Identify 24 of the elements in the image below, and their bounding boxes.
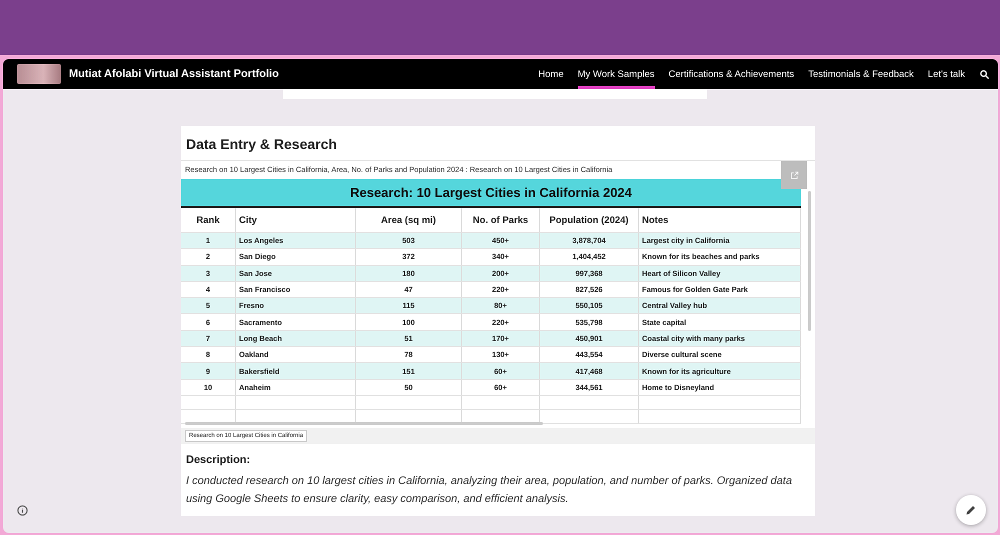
info-icon[interactable] [17,505,28,516]
section-heading: Data Entry & Research [185,135,338,154]
open-in-new-button[interactable] [781,161,807,189]
column-header: Notes [639,208,801,233]
column-header: City [236,208,356,233]
logo-image[interactable] [17,64,61,84]
column-header: No. of Parks [462,208,540,233]
search-icon[interactable] [979,68,990,80]
description-text: I conducted research on 10 largest cities in California, analyzing their area, population, and number of parks. Organized data using Google Sheets to ensure clarity, easy comparison, and efficient analysis. [185,474,793,507]
description-label: Description: [185,452,252,468]
column-header: Rank [181,208,236,233]
nav-link[interactable]: Home [538,59,564,89]
site-title: Mutiat Afolabi Virtual Assistant Portfolio [69,68,280,80]
nav-link[interactable]: Testimonials & Feedback [808,59,914,89]
column-header: Area (sq mi) [356,208,462,233]
edit-button[interactable] [956,495,986,525]
nav-link[interactable]: Certifications & Achievements [668,59,794,89]
sheet-title: Research: 10 Largest Cities in California 2024 [181,179,801,208]
scrollbar[interactable] [808,191,811,331]
open-in-new-icon [790,170,798,180]
pencil-icon [965,504,977,516]
nav-link[interactable]: Let's talk [928,59,965,89]
scrollbar[interactable] [185,422,543,425]
column-header: Population (2024) [540,208,639,233]
